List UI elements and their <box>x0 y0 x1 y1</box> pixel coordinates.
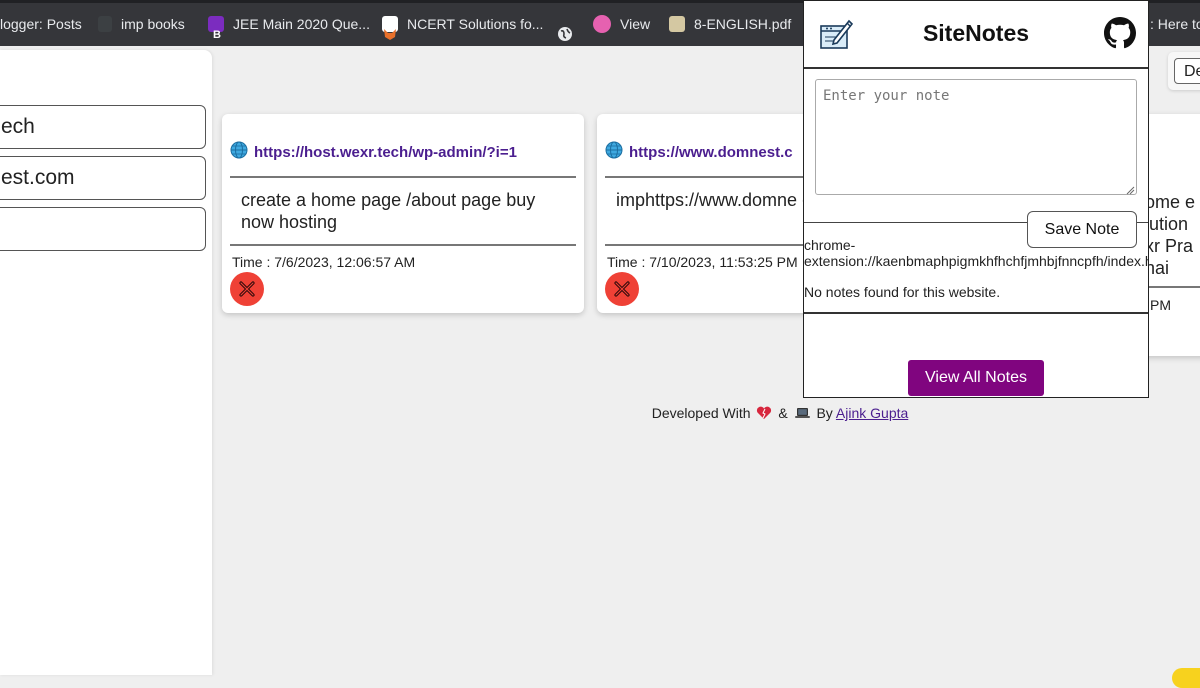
corner-button-container: De <box>1168 52 1200 90</box>
author-link[interactable]: Ajink Gupta <box>836 405 908 421</box>
pdf-icon <box>669 16 685 33</box>
bookmark-8-english-pdf[interactable]: 8-ENGLISH.pdf <box>669 3 791 46</box>
bookmark-view[interactable]: View <box>593 3 650 46</box>
sidebar-item-website-2[interactable]: est.com <box>0 156 206 200</box>
bookmark-blogger-posts[interactable]: logger: Posts <box>0 3 82 46</box>
bookmark-imp-books[interactable]: imp books <box>98 3 185 46</box>
divider <box>804 312 1148 314</box>
b-logo-icon: B <box>208 16 224 41</box>
sidebar-item-website-1[interactable]: ech <box>0 105 206 149</box>
laptop-icon <box>794 406 811 423</box>
bookmark-jee-main[interactable]: B JEE Main 2020 Que... <box>208 3 370 46</box>
floating-widget[interactable] <box>1172 668 1200 688</box>
sitenotes-popup: SiteNotes Save Note chrome- extension://… <box>803 0 1149 398</box>
folder-icon <box>98 16 112 33</box>
note-timestamp: Time : 7/10/2023, 11:53:25 PM <box>607 254 798 270</box>
svg-text:B: B <box>213 29 221 41</box>
sidebar-panel: ech est.com <box>0 50 212 675</box>
divider <box>1145 286 1200 288</box>
note-timestamp: Time : 7/6/2023, 12:06:57 AM <box>232 254 416 270</box>
close-icon <box>239 281 255 297</box>
pink-circle-icon <box>593 15 611 34</box>
delete-note-button[interactable] <box>605 272 639 306</box>
note-timestamp: PM <box>1150 297 1171 313</box>
divider <box>230 244 576 246</box>
no-notes-message: No notes found for this website. <box>804 284 1001 300</box>
footer: Developed With & By Ajink Gupta <box>651 405 909 423</box>
current-page-url: chrome- extension://kaenbmaphpigmkhfhchf… <box>804 237 1148 269</box>
corner-button[interactable]: De <box>1174 58 1200 84</box>
bookmark-globe[interactable] <box>557 3 582 46</box>
note-card: https://host.wexr.tech/wp-admin/?i=1 cre… <box>222 114 584 313</box>
note-url[interactable]: https://www.domnest.c <box>605 141 793 164</box>
globe-icon <box>230 141 248 163</box>
globe-icon <box>605 141 623 163</box>
github-icon[interactable] <box>1104 17 1136 54</box>
resize-grip-icon[interactable] <box>1125 182 1135 200</box>
heart-icon <box>756 406 772 423</box>
bookmark-here-to[interactable]: : Here to <box>1150 3 1200 46</box>
note-text: create a home page /about page buy now h… <box>241 190 536 232</box>
sidebar-item-website-3[interactable] <box>0 207 206 251</box>
fox-icon <box>382 16 398 41</box>
note-input[interactable] <box>815 79 1137 195</box>
popup-title: SiteNotes <box>922 20 1030 46</box>
view-all-notes-button[interactable]: View All Notes <box>908 360 1044 396</box>
note-text: ome e lution xr Pra hai <box>1145 192 1196 278</box>
close-icon <box>614 281 630 297</box>
globe-icon <box>557 16 573 42</box>
divider <box>230 176 576 178</box>
popup-header: SiteNotes <box>804 1 1148 69</box>
delete-note-button[interactable] <box>230 272 264 306</box>
bookmark-ncert-solutions[interactable]: NCERT Solutions fo... <box>382 3 543 46</box>
note-url[interactable]: https://host.wexr.tech/wp-admin/?i=1 <box>230 141 517 164</box>
